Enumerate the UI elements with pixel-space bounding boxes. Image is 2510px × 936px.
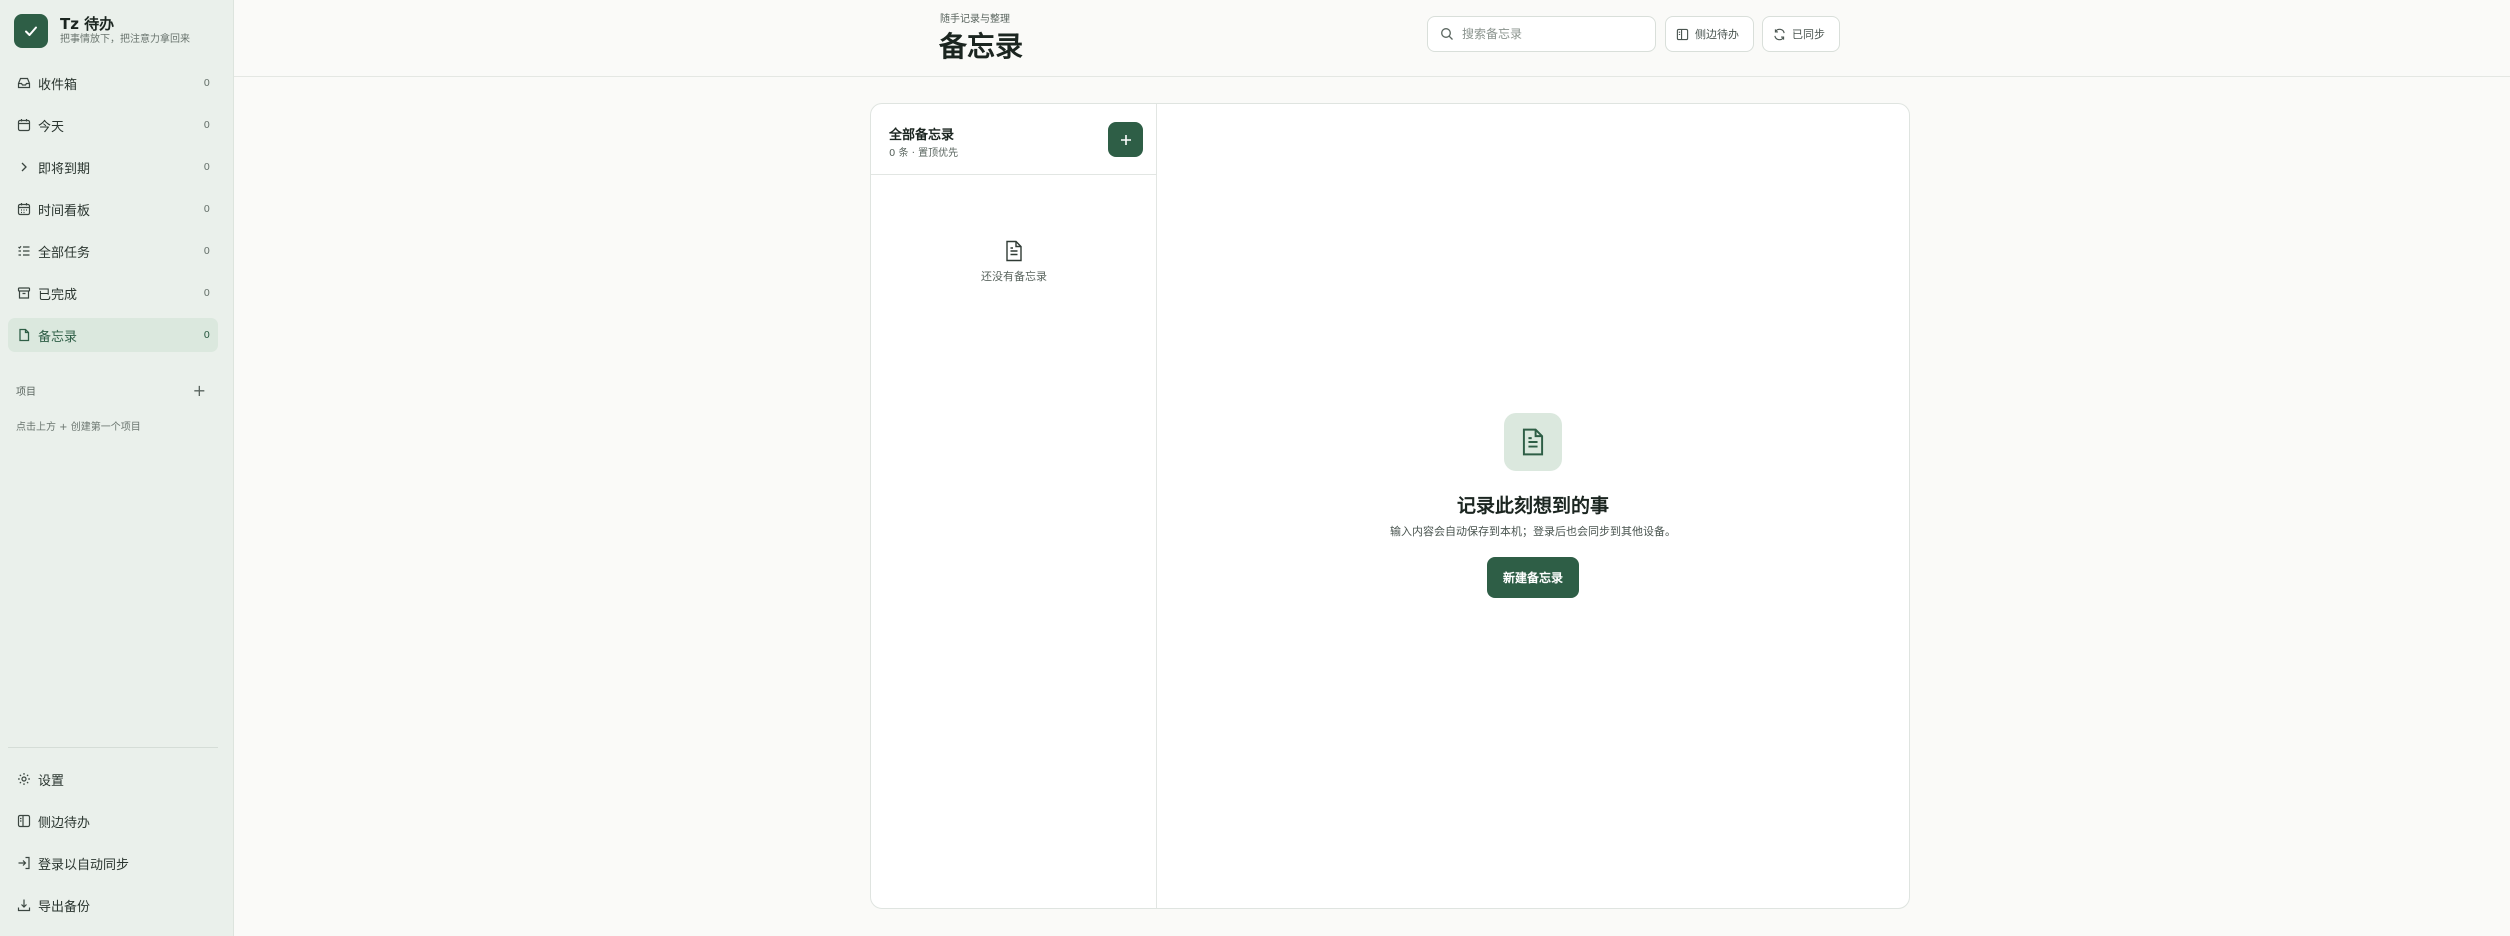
app-subtitle: 把事情放下，把注意力拿回来 bbox=[60, 34, 190, 45]
note-editor-empty-state: 记录此刻想到的事 输入内容会自动保存到本机；登录后也会同步到其他设备。 新建备忘… bbox=[1157, 104, 1909, 908]
sidebar-item-label: 今天 bbox=[38, 119, 65, 135]
notes-list-panel: 全部备忘录 0 条 · 置顶优先 还没有备忘录 bbox=[871, 104, 1157, 908]
sidebar-item-count: 0 bbox=[203, 161, 210, 173]
sidebar-item-today[interactable]: 今天 0 bbox=[8, 108, 218, 142]
add-project-button[interactable]: + bbox=[193, 382, 206, 398]
sync-button[interactable]: 已同步 bbox=[1762, 16, 1840, 52]
notes-list-empty: 还没有备忘录 bbox=[871, 240, 1157, 284]
plus-icon bbox=[1119, 133, 1133, 147]
search-box[interactable] bbox=[1427, 16, 1656, 52]
sidebar-item-settings[interactable]: 设置 bbox=[8, 762, 218, 796]
chevron-right-icon bbox=[16, 159, 32, 175]
app-title: Tz 待办 bbox=[60, 15, 115, 33]
sidebar-panel-icon bbox=[16, 813, 32, 829]
sidebar-item-inbox[interactable]: 收件箱 0 bbox=[8, 66, 218, 100]
projects-header: 项目 + bbox=[16, 382, 206, 398]
projects-hint: 点击上方 + 创建第一个项目 bbox=[16, 422, 141, 433]
sidebar-item-side-todo[interactable]: 侧边待办 bbox=[8, 804, 218, 838]
search-icon bbox=[1440, 27, 1454, 41]
projects-title: 项目 bbox=[16, 387, 36, 398]
sidebar-item-label: 侧边待办 bbox=[38, 815, 91, 831]
sidebar-item-count: 0 bbox=[203, 245, 210, 257]
sidebar-item-label: 备忘录 bbox=[38, 329, 78, 345]
sidebar-item-count: 0 bbox=[203, 287, 210, 299]
sync-icon bbox=[1773, 28, 1786, 41]
notes-list-header: 全部备忘录 0 条 · 置顶优先 bbox=[871, 104, 1156, 175]
sidebar-item-label: 导出备份 bbox=[38, 899, 91, 915]
page-kicker: 随手记录与整理 bbox=[940, 14, 1010, 25]
notes-list-empty-text: 还没有备忘录 bbox=[981, 270, 1047, 283]
sidebar-item-label: 设置 bbox=[38, 773, 65, 789]
notes-list-meta: 0 条 · 置顶优先 bbox=[889, 148, 959, 159]
sidebar-item-timeboard[interactable]: 时间看板 0 bbox=[8, 192, 218, 226]
sidebar-item-notes[interactable]: 备忘录 0 bbox=[8, 318, 218, 352]
check-logo-icon bbox=[14, 14, 48, 48]
sidebar-item-login-sync[interactable]: 登录以自动同步 bbox=[8, 846, 218, 880]
sidebar: Tz 待办 把事情放下，把注意力拿回来 收件箱 0 今天 0 即将到期 0 时间… bbox=[0, 0, 234, 936]
sidebar-item-upcoming[interactable]: 即将到期 0 bbox=[8, 150, 218, 184]
empty-state-description: 输入内容会自动保存到本机；登录后也会同步到其他设备。 bbox=[1390, 525, 1676, 538]
page-title: 备忘录 bbox=[939, 30, 1024, 63]
sidebar-item-label: 时间看板 bbox=[38, 203, 91, 219]
sidebar-item-label: 登录以自动同步 bbox=[38, 857, 130, 873]
add-note-button[interactable] bbox=[1108, 122, 1143, 157]
login-icon bbox=[16, 855, 32, 871]
sidebar-item-completed[interactable]: 已完成 0 bbox=[8, 276, 218, 310]
side-todo-label: 侧边待办 bbox=[1695, 28, 1739, 41]
sidebar-panel-icon bbox=[1676, 28, 1689, 41]
search-input[interactable] bbox=[1462, 27, 1642, 41]
sidebar-item-label: 即将到期 bbox=[38, 161, 91, 177]
side-todo-button[interactable]: 侧边待办 bbox=[1665, 16, 1754, 52]
sidebar-item-count: 0 bbox=[203, 203, 210, 215]
document-icon bbox=[871, 240, 1157, 262]
sidebar-divider bbox=[8, 747, 218, 748]
sidebar-item-label: 已完成 bbox=[38, 287, 78, 303]
notes-card: 全部备忘录 0 条 · 置顶优先 还没有备忘录 记录此刻想到的事 输入内容会自动… bbox=[870, 103, 1910, 909]
brand: Tz 待办 把事情放下，把注意力拿回来 bbox=[14, 14, 190, 48]
sidebar-item-label: 收件箱 bbox=[38, 77, 78, 93]
calendar-icon bbox=[16, 117, 32, 133]
empty-state-title: 记录此刻想到的事 bbox=[1456, 495, 1609, 517]
download-icon bbox=[16, 897, 32, 913]
bottom-nav: 设置 侧边待办 登录以自动同步 导出备份 bbox=[8, 762, 218, 930]
sidebar-item-count: 0 bbox=[203, 119, 210, 131]
sidebar-item-count: 0 bbox=[203, 77, 210, 89]
inbox-icon bbox=[16, 75, 32, 91]
archive-icon bbox=[16, 285, 32, 301]
sidebar-item-all-tasks[interactable]: 全部任务 0 bbox=[8, 234, 218, 268]
sidebar-item-export[interactable]: 导出备份 bbox=[8, 888, 218, 922]
gear-icon bbox=[16, 771, 32, 787]
sync-label: 已同步 bbox=[1792, 28, 1825, 41]
new-note-button[interactable]: 新建备忘录 bbox=[1487, 557, 1579, 598]
sidebar-item-count: 0 bbox=[203, 329, 210, 341]
list-check-icon bbox=[16, 243, 32, 259]
note-icon bbox=[16, 327, 32, 343]
calendar-grid-icon bbox=[16, 201, 32, 217]
topbar: 随手记录与整理 备忘录 侧边待办 已同步 bbox=[234, 0, 2510, 77]
main-nav: 收件箱 0 今天 0 即将到期 0 时间看板 0 全部任务 0 已完成 0 备忘… bbox=[8, 66, 218, 360]
notes-list-title: 全部备忘录 bbox=[889, 128, 955, 143]
sidebar-item-label: 全部任务 bbox=[38, 245, 91, 261]
document-icon bbox=[1504, 413, 1562, 471]
